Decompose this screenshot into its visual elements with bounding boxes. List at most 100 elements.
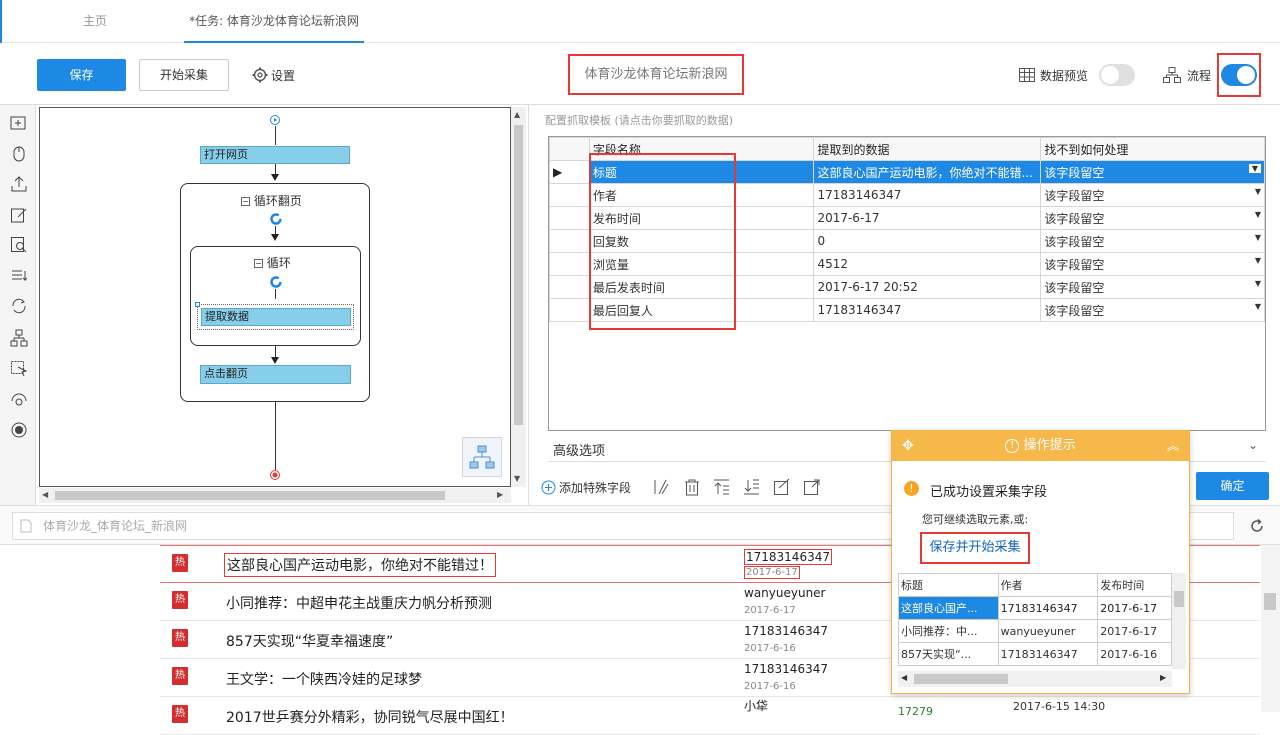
dropdown-arrow-icon[interactable]: ▼ xyxy=(1255,256,1261,265)
move-up-icon[interactable] xyxy=(713,478,731,496)
page-scrollbar[interactable] xyxy=(1261,545,1280,712)
preview-row[interactable]: 小同推荐：中... wanyueyuner 2017-6-17 xyxy=(898,619,1172,643)
start-collect-button[interactable]: 开始采集 xyxy=(139,59,229,91)
field-handle-cell[interactable]: 该字段留空 ▼ xyxy=(1040,275,1265,299)
list-item-title[interactable]: 小同推荐：中超申花主战重庆力帆分析预测 xyxy=(226,593,492,613)
flow-connector xyxy=(275,126,276,145)
add-step-icon[interactable] xyxy=(10,115,28,133)
list-item-title[interactable]: 857天实现“华夏幸福速度” xyxy=(226,631,393,651)
scroll-thumb[interactable] xyxy=(55,491,445,500)
dropdown-arrow-icon[interactable]: ▼ xyxy=(1255,302,1261,311)
field-handle-cell[interactable]: 该字段留空 ▼ xyxy=(1040,252,1265,276)
field-handle-cell[interactable]: 该字段留空 ▼ xyxy=(1040,183,1265,207)
field-value-cell[interactable]: 17183146347 xyxy=(813,183,1042,207)
field-value-cell[interactable]: 4512 xyxy=(813,252,1042,276)
list-item-author[interactable]: wanyueyuner xyxy=(744,586,826,600)
save-button[interactable]: 保存 xyxy=(37,59,126,91)
dropdown-arrow-icon[interactable]: ▼ xyxy=(1255,233,1261,242)
collapse-icon[interactable]: − xyxy=(254,259,263,268)
list-item-author[interactable]: 17183146347 xyxy=(744,662,828,676)
operation-tip-popup: ✥ ! 操作提示 ︽ ! 已成功设置采集字段 您可继续选取元素,或: 保存并开始… xyxy=(891,430,1190,694)
list-item-author[interactable]: 17183146347 xyxy=(744,624,828,638)
scroll-right-icon[interactable]: ▶ xyxy=(1160,673,1166,682)
preview-vertical-scrollbar[interactable] xyxy=(1172,573,1186,669)
tab-home[interactable]: 主页 xyxy=(50,0,140,43)
info-icon: ! xyxy=(1005,438,1020,453)
field-value-cell[interactable]: 2017-6-17 xyxy=(813,206,1042,230)
dropdown-arrow-icon[interactable]: ▼ xyxy=(1255,187,1261,196)
field-handle-cell[interactable]: 该字段留空 ▼ xyxy=(1040,229,1265,253)
collapse-up-icon[interactable]: ︽ xyxy=(1167,431,1179,461)
cursor-select-icon[interactable] xyxy=(10,360,28,378)
field-value-cell[interactable]: 0 xyxy=(813,229,1042,253)
tab-task[interactable]: *任务: 体育沙龙体育论坛新浪网 xyxy=(184,0,364,43)
flow-loop-box[interactable]: − 循环 提取数据 xyxy=(190,246,361,346)
popup-header[interactable]: ✥ ! 操作提示 ︽ xyxy=(892,431,1189,461)
delete-icon[interactable] xyxy=(683,478,701,496)
scroll-thumb[interactable] xyxy=(914,674,1008,684)
flow-loop-page-box[interactable]: − 循环翻页 − 循环 提取数据 点击翻页 xyxy=(180,183,370,402)
edit-field-icon[interactable] xyxy=(773,478,791,496)
page-icon xyxy=(20,519,32,533)
scroll-left-icon[interactable]: ◀ xyxy=(42,490,48,499)
upload-icon[interactable] xyxy=(10,175,28,193)
flow-label: 流程 xyxy=(1187,69,1212,83)
list-item-title[interactable]: 这部良心国产运动电影，你绝对不能错过！ xyxy=(224,553,496,577)
mouse-icon[interactable] xyxy=(10,145,28,163)
dropdown-arrow-icon[interactable]: ▼ xyxy=(1248,163,1261,173)
flow-horizontal-scrollbar[interactable]: ◀ ▶ xyxy=(39,488,511,503)
move-icon[interactable]: ✥ xyxy=(902,431,914,461)
list-item-time: 2017-6-15 14:30 xyxy=(1013,700,1106,713)
field-value-cell[interactable]: 17183146347 xyxy=(813,298,1042,322)
search-page-icon[interactable] xyxy=(10,236,28,254)
stop-icon[interactable] xyxy=(10,421,28,439)
list-item-title[interactable]: 2017世乒赛分外精彩，协同锐气尽展中国红！ xyxy=(226,707,514,727)
chevron-down-icon[interactable]: ⌄ xyxy=(1248,438,1258,452)
popup-success-text: 已成功设置采集字段 xyxy=(930,485,1048,500)
scroll-down-icon[interactable]: ▼ xyxy=(514,474,520,483)
flow-toggle[interactable] xyxy=(1221,64,1257,86)
scroll-up-icon[interactable]: ▲ xyxy=(514,110,520,119)
preview-horizontal-scrollbar[interactable]: ◀ ▶ xyxy=(898,671,1172,687)
flow-node-click-next-page[interactable]: 点击翻页 xyxy=(200,365,351,384)
preview-row[interactable]: 这部良心国产... 17183146347 2017-6-17 xyxy=(898,596,1172,620)
flow-vertical-scrollbar[interactable]: ▲ ▼ xyxy=(511,107,526,487)
data-preview-toggle[interactable] xyxy=(1099,64,1135,86)
preview-header-row: 标题 作者 发布时间 xyxy=(898,573,1172,597)
row-indicator xyxy=(549,275,590,299)
scroll-left-icon[interactable]: ◀ xyxy=(901,673,907,682)
field-value-cell[interactable]: 这部良心国产运动电影，你绝对不能错... xyxy=(813,160,1042,184)
selection-handle[interactable] xyxy=(195,302,200,307)
scroll-thumb[interactable] xyxy=(1174,591,1184,607)
scroll-thumb[interactable] xyxy=(514,125,523,425)
layout-icon xyxy=(469,445,495,469)
list-item-author[interactable]: 小牮 xyxy=(744,697,768,714)
recognize-icon[interactable] xyxy=(10,391,28,409)
field-handle-cell[interactable]: 该字段留空 ▼ xyxy=(1040,160,1265,184)
confirm-button[interactable]: 确定 xyxy=(1196,472,1269,500)
branch-icon[interactable] xyxy=(10,329,28,347)
field-handle-cell[interactable]: 该字段留空 ▼ xyxy=(1040,298,1265,322)
list-item-title[interactable]: 王文学：一个陕西冷娃的足球梦 xyxy=(226,669,422,689)
loop-icon[interactable] xyxy=(10,297,28,315)
flow-node-open-page[interactable]: 打开网页 xyxy=(200,146,350,164)
dropdown-arrow-icon[interactable]: ▼ xyxy=(1255,279,1261,288)
open-external-icon[interactable] xyxy=(803,478,821,496)
list-sort-icon[interactable] xyxy=(10,267,28,285)
field-handle-cell[interactable]: 该字段留空 ▼ xyxy=(1040,206,1265,230)
list-item[interactable]: 热 2017世乒赛分外精彩，协同锐气尽展中国红！ 小牮 17279 2017-6… xyxy=(160,697,1260,735)
dropdown-arrow-icon[interactable]: ▼ xyxy=(1255,210,1261,219)
flow-node-extract-data[interactable]: 提取数据 xyxy=(201,308,351,326)
refresh-icon[interactable] xyxy=(1249,518,1265,534)
list-item-author[interactable]: 17183146347 xyxy=(744,549,832,565)
collapse-icon[interactable]: − xyxy=(241,197,250,206)
format-icon[interactable] xyxy=(652,478,670,496)
save-and-start-link[interactable]: 保存并开始采集 xyxy=(920,532,1030,564)
preview-row[interactable]: 857天实现“... 17183146347 2017-6-16 xyxy=(898,642,1172,666)
field-value-cell[interactable]: 2017-6-17 20:52 xyxy=(813,275,1042,299)
auto-layout-button[interactable] xyxy=(462,437,502,477)
edit-icon[interactable] xyxy=(10,206,28,224)
move-down-icon[interactable] xyxy=(743,478,761,496)
scroll-thumb[interactable] xyxy=(1264,593,1276,610)
scroll-right-icon[interactable]: ▶ xyxy=(497,490,503,499)
